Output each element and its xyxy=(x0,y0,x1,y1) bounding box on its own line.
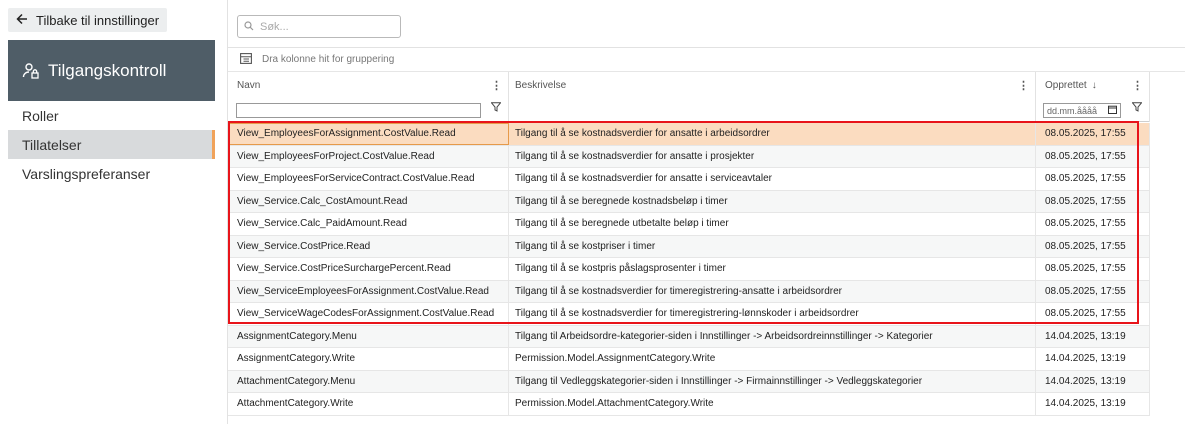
sidebar: Tilbake til innstillinger Tilgangskontro… xyxy=(0,0,215,424)
cell-created: 14.04.2025, 13:19 xyxy=(1036,393,1150,415)
main-content: Dra kolonne hit for gruppering Navn ⋮ Be… xyxy=(227,0,1185,424)
table-row[interactable]: View_ServiceWageCodesForAssignment.CostV… xyxy=(228,303,1150,326)
arrow-left-icon xyxy=(16,13,28,27)
table-row[interactable]: AssignmentCategory.Write Permission.Model… xyxy=(228,348,1150,371)
table-row[interactable]: View_EmployeesForServiceContract.CostVal… xyxy=(228,168,1150,191)
calendar-icon[interactable] xyxy=(1108,105,1117,116)
table-row[interactable]: View_Service.Calc_PaidAmount.Read Tilgang… xyxy=(228,213,1150,236)
cell-description: Tilgang til å se kostpris påslagsprosent… xyxy=(509,258,1036,280)
cell-name: AttachmentCategory.Menu xyxy=(228,370,509,392)
table-row[interactable]: View_Service.CostPriceSurchargePercent.R… xyxy=(228,258,1150,281)
cell-created: 08.05.2025, 17:55 xyxy=(1036,145,1150,167)
cell-created: 08.05.2025, 17:55 xyxy=(1036,280,1150,302)
sidebar-nav: Roller Tillatelser Varslingspreferanser xyxy=(8,101,215,188)
cell-description: Tilgang til Vedleggskategorier-siden i I… xyxy=(509,370,1036,392)
column-header-name[interactable]: Navn ⋮ xyxy=(228,72,509,98)
sidebar-item-roller[interactable]: Roller xyxy=(8,101,215,130)
cell-description: Tilgang til å se kostnadsverdier for ans… xyxy=(509,123,1036,145)
table-row[interactable]: View_EmployeesForProject.CostValue.Read T… xyxy=(228,145,1150,168)
table-row[interactable]: AssignmentCategory.Menu Tilgang til Arbei… xyxy=(228,325,1150,348)
column-description-label: Beskrivelse xyxy=(515,79,567,91)
back-label: Tilbake til innstillinger xyxy=(36,12,160,28)
cell-name: View_EmployeesForProject.CostValue.Read xyxy=(228,145,509,167)
date-placeholder: dd.mm.åååå xyxy=(1047,105,1098,116)
date-filter-input[interactable]: dd.mm.åååå xyxy=(1043,103,1121,118)
cell-name: View_Service.Calc_CostAmount.Read xyxy=(228,190,509,212)
column-created-label: Opprettet xyxy=(1045,79,1087,91)
filter-icon[interactable] xyxy=(1131,102,1143,115)
group-hint: Dra kolonne hit for gruppering xyxy=(262,54,395,65)
cell-name: View_Service.Calc_PaidAmount.Read xyxy=(228,213,509,235)
search-icon xyxy=(244,18,254,36)
table-row[interactable]: View_ServiceEmployeesForAssignment.CostV… xyxy=(228,280,1150,303)
cell-name: View_EmployeesForServiceContract.CostVal… xyxy=(228,168,509,190)
sort-desc-icon: ↓ xyxy=(1091,79,1097,91)
cell-description: Tilgang til å se kostpriser i timer xyxy=(509,235,1036,257)
cell-name: View_ServiceWageCodesForAssignment.CostV… xyxy=(228,303,509,325)
column-menu-icon[interactable]: ⋮ xyxy=(1018,79,1029,92)
back-to-settings-button[interactable]: Tilbake til innstillinger xyxy=(8,8,168,32)
column-menu-icon[interactable]: ⋮ xyxy=(491,79,502,92)
user-lock-icon xyxy=(22,62,40,80)
cell-created: 08.05.2025, 17:55 xyxy=(1036,258,1150,280)
cell-description: Tilgang til å se kostnadsverdier for ans… xyxy=(509,168,1036,190)
cell-description: Permission.Model.AttachmentCategory.Writ… xyxy=(509,393,1036,415)
filter-icon[interactable] xyxy=(490,102,502,115)
cell-created: 08.05.2025, 17:55 xyxy=(1036,303,1150,325)
search-bar xyxy=(228,0,1185,48)
cell-created: 08.05.2025, 17:55 xyxy=(1036,213,1150,235)
filter-row: dd.mm.åååå xyxy=(228,98,1150,122)
table-row[interactable]: View_EmployeesForAssignment.CostValue.Re… xyxy=(228,123,1150,146)
group-panel[interactable]: Dra kolonne hit for gruppering xyxy=(228,48,1185,72)
cell-created: 08.05.2025, 17:55 xyxy=(1036,123,1150,145)
cell-name: View_ServiceEmployeesForAssignment.CostV… xyxy=(228,280,509,302)
cell-created: 08.05.2025, 17:55 xyxy=(1036,235,1150,257)
cell-name: View_Service.CostPrice.Read xyxy=(228,235,509,257)
table-row[interactable]: AttachmentCategory.Write Permission.Model… xyxy=(228,393,1150,416)
table-row[interactable]: View_Service.CostPrice.Read Tilgang til å… xyxy=(228,235,1150,258)
cell-description: Tilgang til å se beregnede utbetalte bel… xyxy=(509,213,1036,235)
panel-title: Tilgangskontroll xyxy=(48,60,167,80)
sidebar-item-tillatelser[interactable]: Tillatelser xyxy=(8,130,215,159)
grid-header: Navn ⋮ Beskrivelse ⋮ Opprettet ↓ ⋮ xyxy=(228,72,1150,98)
column-header-description[interactable]: Beskrivelse ⋮ xyxy=(509,72,1036,98)
cell-created: 14.04.2025, 13:19 xyxy=(1036,325,1150,347)
search-input[interactable] xyxy=(260,20,380,33)
table-row[interactable]: View_Service.Calc_CostAmount.Read Tilgang… xyxy=(228,190,1150,213)
cell-created: 14.04.2025, 13:19 xyxy=(1036,348,1150,370)
filter-cell-description xyxy=(509,98,1036,122)
cell-created: 08.05.2025, 17:55 xyxy=(1036,168,1150,190)
cell-description: Tilgang til å se kostnadsverdier for tim… xyxy=(509,303,1036,325)
cell-description: Tilgang til å se kostnadsverdier for tim… xyxy=(509,280,1036,302)
column-header-created[interactable]: Opprettet ↓ ⋮ xyxy=(1036,72,1150,98)
cell-name: View_EmployeesForAssignment.CostValue.Re… xyxy=(228,123,509,145)
cell-description: Tilgang til å se kostnadsverdier for ans… xyxy=(509,145,1036,167)
cell-description: Tilgang til Arbeidsordre-kategorier-side… xyxy=(509,325,1036,347)
group-icon xyxy=(240,52,252,67)
column-menu-icon[interactable]: ⋮ xyxy=(1132,79,1143,92)
search-box[interactable] xyxy=(237,15,401,38)
grid-body: View_EmployeesForAssignment.CostValue.Re… xyxy=(228,123,1150,416)
cell-name: AttachmentCategory.Write xyxy=(228,393,509,415)
cell-name: View_Service.CostPriceSurchargePercent.R… xyxy=(228,258,509,280)
panel-header: Tilgangskontroll xyxy=(8,40,215,101)
column-name-label: Navn xyxy=(237,79,261,91)
table-row[interactable]: AttachmentCategory.Menu Tilgang til Vedle… xyxy=(228,370,1150,393)
cell-description: Permission.Model.AssignmentCategory.Writ… xyxy=(509,348,1036,370)
app-root: Tilbake til innstillinger Tilgangskontro… xyxy=(0,0,1185,424)
sidebar-item-varslingspreferanser[interactable]: Varslingspreferanser xyxy=(8,159,215,188)
name-filter-input[interactable] xyxy=(236,103,481,118)
cell-created: 14.04.2025, 13:19 xyxy=(1036,370,1150,392)
cell-description: Tilgang til å se beregnede kostnadsbeløp… xyxy=(509,190,1036,212)
cell-created: 08.05.2025, 17:55 xyxy=(1036,190,1150,212)
cell-name: AssignmentCategory.Menu xyxy=(228,325,509,347)
cell-name: AssignmentCategory.Write xyxy=(228,348,509,370)
